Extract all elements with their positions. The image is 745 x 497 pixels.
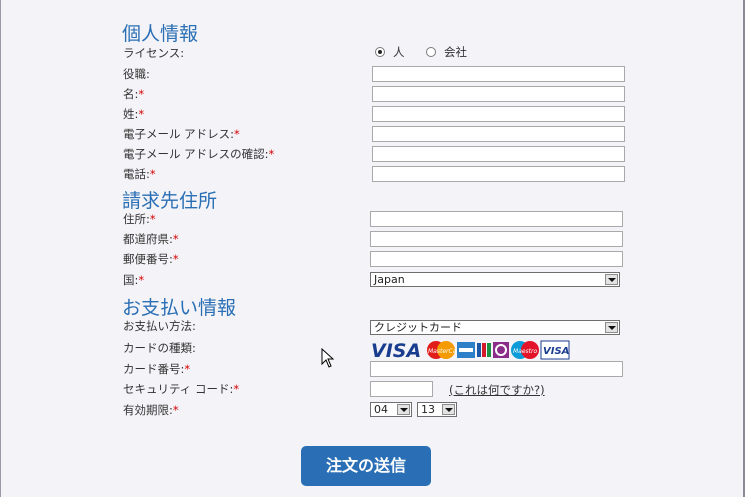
required-mark: * — [268, 147, 275, 161]
security-code-input[interactable] — [370, 381, 433, 397]
card-number-input[interactable] — [370, 361, 623, 377]
billing-address-heading: 請求先住所 — [122, 190, 218, 212]
address-label: 住所:* — [123, 212, 156, 226]
required-mark: * — [172, 252, 179, 266]
payment-method-select[interactable]: クレジットカード — [370, 320, 620, 335]
required-mark: * — [172, 232, 179, 246]
required-mark: * — [138, 87, 145, 101]
payment-info-heading: お支払い情報 — [122, 297, 237, 319]
svg-text:MasterCard: MasterCard — [428, 348, 456, 355]
required-mark: * — [149, 167, 156, 181]
amex-logo[interactable] — [456, 340, 476, 360]
jcb-logo[interactable] — [476, 340, 492, 360]
email-input[interactable] — [372, 126, 625, 142]
license-label: ライセンス: — [123, 46, 185, 60]
maestro-logo[interactable]: Maestro — [510, 340, 540, 360]
phone-label: 電話:* — [123, 167, 156, 181]
state-input[interactable] — [370, 231, 623, 247]
card-type-logos: VISA MasterCard Maestro VISA — [370, 340, 570, 360]
mastercard-logo[interactable]: MasterCard — [426, 340, 456, 360]
chevron-down-icon[interactable] — [605, 322, 618, 333]
address-input[interactable] — [370, 211, 623, 227]
job-title-label: 役職: — [123, 67, 150, 81]
card-type-label: カードの種類: — [123, 341, 196, 355]
required-mark: * — [138, 107, 145, 121]
email-confirm-input[interactable] — [372, 146, 625, 162]
expiry-year-value: 13 — [421, 403, 435, 416]
required-mark: * — [234, 127, 240, 141]
personal-info-heading: 個人情報 — [122, 23, 199, 45]
zip-input[interactable] — [370, 251, 623, 267]
expiry-month-value: 04 — [374, 403, 388, 416]
required-mark: * — [138, 273, 145, 287]
email-label: 電子メール アドレス:* — [123, 127, 240, 141]
expiry-label: 有効期限:* — [123, 403, 179, 417]
required-mark: * — [149, 212, 156, 226]
job-title-input[interactable] — [372, 66, 625, 82]
first-name-label: 名:* — [123, 87, 145, 101]
security-code-label: セキュリティ コード:* — [123, 382, 240, 396]
chevron-down-icon[interactable] — [397, 404, 410, 415]
submit-order-button[interactable]: 注文の送信 — [301, 446, 431, 486]
last-name-input[interactable] — [372, 106, 625, 122]
svg-text:Maestro: Maestro — [513, 348, 537, 355]
chevron-down-icon[interactable] — [605, 274, 618, 285]
email-confirm-label: 電子メール アドレスの確認:* — [123, 147, 275, 161]
card-number-label: カード番号:* — [123, 362, 191, 376]
country-select-value: Japan — [374, 273, 405, 286]
license-option-company-label: 会社 — [444, 45, 467, 59]
window-left-border — [0, 0, 1, 497]
expiry-year-select[interactable]: 13 — [417, 402, 457, 417]
payment-method-label: お支払い方法: — [123, 319, 196, 333]
state-label: 都道府県:* — [123, 232, 179, 246]
first-name-input[interactable] — [372, 86, 625, 102]
svg-text:VISA: VISA — [543, 346, 569, 357]
country-label: 国:* — [123, 273, 145, 287]
required-mark: * — [184, 362, 191, 376]
diners-logo[interactable] — [492, 340, 510, 360]
chevron-down-icon[interactable] — [442, 404, 455, 415]
license-radio-company[interactable] — [426, 47, 436, 57]
zip-label: 郵便番号:* — [123, 252, 179, 266]
license-option-individual-label: 人 — [393, 45, 405, 59]
svg-text:VISA: VISA — [371, 340, 421, 360]
last-name-label: 姓:* — [123, 107, 145, 121]
phone-input[interactable] — [372, 166, 625, 182]
visa-logo[interactable]: VISA — [370, 340, 426, 360]
expiry-month-select[interactable]: 04 — [370, 402, 412, 417]
payment-method-value: クレジットカード — [374, 321, 462, 334]
required-mark: * — [172, 403, 179, 417]
license-radio-individual[interactable] — [375, 47, 385, 57]
security-code-help-link[interactable]: (これは何ですか?) — [449, 382, 545, 398]
mouse-cursor-icon — [321, 348, 335, 368]
required-mark: * — [233, 382, 240, 396]
visa-electron-logo[interactable]: VISA — [540, 340, 570, 360]
country-select[interactable]: Japan — [370, 272, 620, 287]
